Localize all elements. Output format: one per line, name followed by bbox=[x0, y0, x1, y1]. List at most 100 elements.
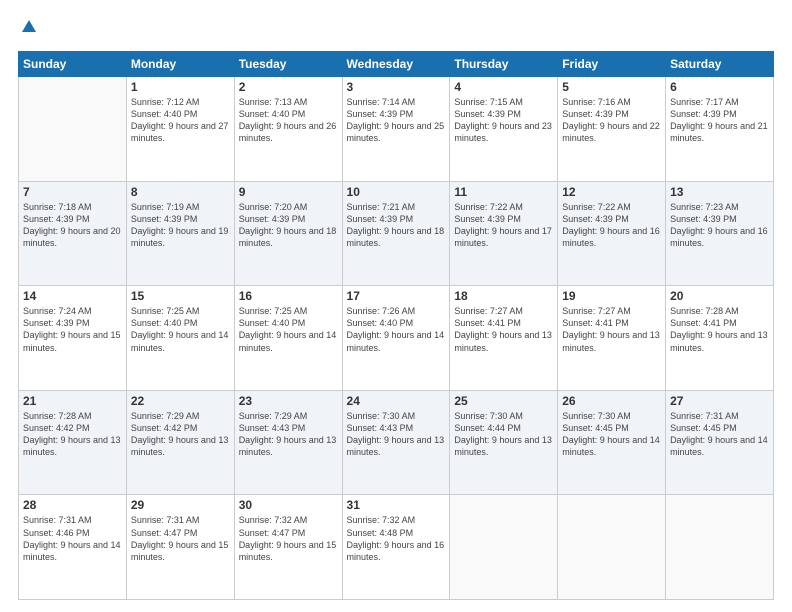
calendar-cell: 16 Sunrise: 7:25 AMSunset: 4:40 PMDayligh… bbox=[234, 286, 342, 391]
calendar-cell: 3Sunrise: 7:14 AMSunset: 4:39 PMDaylight… bbox=[342, 77, 450, 182]
weekday-header-thursday: Thursday bbox=[450, 52, 558, 77]
calendar-week-row: 1 Sunrise: 7:12 AMSunset: 4:40 PMDaylight… bbox=[19, 77, 774, 182]
day-number: 25 bbox=[454, 394, 553, 408]
day-number: 16 bbox=[239, 289, 338, 303]
calendar-cell: 9 Sunrise: 7:20 AMSunset: 4:39 PMDaylight… bbox=[234, 181, 342, 286]
calendar-cell: 12 Sunrise: 7:22 AMSunset: 4:39 PMDayligh… bbox=[558, 181, 666, 286]
day-number: 2 bbox=[239, 80, 338, 94]
calendar-cell: 31 Sunrise: 7:32 AMSunset: 4:48 PMDayligh… bbox=[342, 495, 450, 600]
calendar-week-row: 14Sunrise: 7:24 AMSunset: 4:39 PMDayligh… bbox=[19, 286, 774, 391]
day-number: 1 bbox=[131, 80, 230, 94]
day-number: 13 bbox=[670, 185, 769, 199]
calendar-cell: 11 Sunrise: 7:22 AMSunset: 4:39 PMDayligh… bbox=[450, 181, 558, 286]
calendar-cell: 10 Sunrise: 7:21 AMSunset: 4:39 PMDayligh… bbox=[342, 181, 450, 286]
day-info: Sunrise: 7:30 AMSunset: 4:43 PMDaylight:… bbox=[347, 410, 446, 459]
day-number: 27 bbox=[670, 394, 769, 408]
calendar-cell: 26 Sunrise: 7:30 AMSunset: 4:45 PMDayligh… bbox=[558, 390, 666, 495]
day-info: Sunrise: 7:28 AMSunset: 4:41 PMDaylight:… bbox=[670, 305, 769, 354]
calendar-cell: 5 Sunrise: 7:16 AMSunset: 4:39 PMDaylight… bbox=[558, 77, 666, 182]
calendar-page: SundayMondayTuesdayWednesdayThursdayFrid… bbox=[0, 0, 792, 612]
day-number: 3 bbox=[347, 80, 446, 94]
calendar-table: SundayMondayTuesdayWednesdayThursdayFrid… bbox=[18, 51, 774, 600]
calendar-cell: 8 Sunrise: 7:19 AMSunset: 4:39 PMDaylight… bbox=[126, 181, 234, 286]
calendar-cell: 19Sunrise: 7:27 AMSunset: 4:41 PMDayligh… bbox=[558, 286, 666, 391]
calendar-cell: 7 Sunrise: 7:18 AMSunset: 4:39 PMDaylight… bbox=[19, 181, 127, 286]
calendar-cell: 30Sunrise: 7:32 AMSunset: 4:47 PMDayligh… bbox=[234, 495, 342, 600]
day-info: Sunrise: 7:32 AMSunset: 4:48 PMDaylight:… bbox=[347, 514, 446, 563]
day-number: 10 bbox=[347, 185, 446, 199]
day-info: Sunrise: 7:24 AMSunset: 4:39 PMDaylight:… bbox=[23, 305, 122, 354]
weekday-header-sunday: Sunday bbox=[19, 52, 127, 77]
day-number: 22 bbox=[131, 394, 230, 408]
day-info: Sunrise: 7:31 AMSunset: 4:46 PMDaylight:… bbox=[23, 514, 122, 563]
day-info: Sunrise: 7:23 AMSunset: 4:39 PMDaylight:… bbox=[670, 201, 769, 250]
day-info: Sunrise: 7:30 AMSunset: 4:44 PMDaylight:… bbox=[454, 410, 553, 459]
day-number: 21 bbox=[23, 394, 122, 408]
calendar-cell: 27Sunrise: 7:31 AMSunset: 4:45 PMDayligh… bbox=[666, 390, 774, 495]
day-number: 23 bbox=[239, 394, 338, 408]
calendar-cell: 20 Sunrise: 7:28 AMSunset: 4:41 PMDayligh… bbox=[666, 286, 774, 391]
day-info: Sunrise: 7:31 AMSunset: 4:47 PMDaylight:… bbox=[131, 514, 230, 563]
day-number: 18 bbox=[454, 289, 553, 303]
calendar-cell: 13 Sunrise: 7:23 AMSunset: 4:39 PMDayligh… bbox=[666, 181, 774, 286]
day-number: 6 bbox=[670, 80, 769, 94]
calendar-cell: 24 Sunrise: 7:30 AMSunset: 4:43 PMDayligh… bbox=[342, 390, 450, 495]
day-info: Sunrise: 7:22 AMSunset: 4:39 PMDaylight:… bbox=[562, 201, 661, 250]
day-number: 24 bbox=[347, 394, 446, 408]
calendar-cell: 1 Sunrise: 7:12 AMSunset: 4:40 PMDaylight… bbox=[126, 77, 234, 182]
day-info: Sunrise: 7:18 AMSunset: 4:39 PMDaylight:… bbox=[23, 201, 122, 250]
calendar-cell bbox=[666, 495, 774, 600]
calendar-cell: 23 Sunrise: 7:29 AMSunset: 4:43 PMDayligh… bbox=[234, 390, 342, 495]
day-info: Sunrise: 7:21 AMSunset: 4:39 PMDaylight:… bbox=[347, 201, 446, 250]
day-number: 7 bbox=[23, 185, 122, 199]
calendar-cell: 15 Sunrise: 7:25 AMSunset: 4:40 PMDayligh… bbox=[126, 286, 234, 391]
logo-icon bbox=[20, 18, 38, 41]
calendar-cell: 28 Sunrise: 7:31 AMSunset: 4:46 PMDayligh… bbox=[19, 495, 127, 600]
calendar-cell: 2Sunrise: 7:13 AMSunset: 4:40 PMDaylight… bbox=[234, 77, 342, 182]
calendar-cell: 29 Sunrise: 7:31 AMSunset: 4:47 PMDayligh… bbox=[126, 495, 234, 600]
day-info: Sunrise: 7:32 AMSunset: 4:47 PMDaylight:… bbox=[239, 514, 338, 563]
calendar-cell: 4Sunrise: 7:15 AMSunset: 4:39 PMDaylight… bbox=[450, 77, 558, 182]
weekday-header-row: SundayMondayTuesdayWednesdayThursdayFrid… bbox=[19, 52, 774, 77]
day-info: Sunrise: 7:20 AMSunset: 4:39 PMDaylight:… bbox=[239, 201, 338, 250]
day-info: Sunrise: 7:22 AMSunset: 4:39 PMDaylight:… bbox=[454, 201, 553, 250]
calendar-cell bbox=[558, 495, 666, 600]
calendar-cell: 14Sunrise: 7:24 AMSunset: 4:39 PMDayligh… bbox=[19, 286, 127, 391]
calendar-week-row: 21Sunrise: 7:28 AMSunset: 4:42 PMDayligh… bbox=[19, 390, 774, 495]
day-number: 29 bbox=[131, 498, 230, 512]
day-number: 15 bbox=[131, 289, 230, 303]
day-info: Sunrise: 7:16 AMSunset: 4:39 PMDaylight:… bbox=[562, 96, 661, 145]
calendar-cell: 17 Sunrise: 7:26 AMSunset: 4:40 PMDayligh… bbox=[342, 286, 450, 391]
weekday-header-saturday: Saturday bbox=[666, 52, 774, 77]
day-number: 17 bbox=[347, 289, 446, 303]
day-info: Sunrise: 7:25 AMSunset: 4:40 PMDaylight:… bbox=[131, 305, 230, 354]
day-info: Sunrise: 7:27 AMSunset: 4:41 PMDaylight:… bbox=[454, 305, 553, 354]
logo bbox=[18, 18, 38, 41]
day-number: 20 bbox=[670, 289, 769, 303]
day-info: Sunrise: 7:29 AMSunset: 4:42 PMDaylight:… bbox=[131, 410, 230, 459]
day-number: 5 bbox=[562, 80, 661, 94]
day-info: Sunrise: 7:29 AMSunset: 4:43 PMDaylight:… bbox=[239, 410, 338, 459]
day-number: 11 bbox=[454, 185, 553, 199]
day-number: 8 bbox=[131, 185, 230, 199]
day-number: 26 bbox=[562, 394, 661, 408]
day-number: 28 bbox=[23, 498, 122, 512]
weekday-header-tuesday: Tuesday bbox=[234, 52, 342, 77]
calendar-cell: 25 Sunrise: 7:30 AMSunset: 4:44 PMDayligh… bbox=[450, 390, 558, 495]
weekday-header-friday: Friday bbox=[558, 52, 666, 77]
day-number: 31 bbox=[347, 498, 446, 512]
calendar-cell bbox=[19, 77, 127, 182]
day-info: Sunrise: 7:26 AMSunset: 4:40 PMDaylight:… bbox=[347, 305, 446, 354]
calendar-cell: 21Sunrise: 7:28 AMSunset: 4:42 PMDayligh… bbox=[19, 390, 127, 495]
day-info: Sunrise: 7:30 AMSunset: 4:45 PMDaylight:… bbox=[562, 410, 661, 459]
day-info: Sunrise: 7:12 AMSunset: 4:40 PMDaylight:… bbox=[131, 96, 230, 145]
day-number: 12 bbox=[562, 185, 661, 199]
calendar-cell: 18 Sunrise: 7:27 AMSunset: 4:41 PMDayligh… bbox=[450, 286, 558, 391]
calendar-cell: 6Sunrise: 7:17 AMSunset: 4:39 PMDaylight… bbox=[666, 77, 774, 182]
day-info: Sunrise: 7:25 AMSunset: 4:40 PMDaylight:… bbox=[239, 305, 338, 354]
day-number: 9 bbox=[239, 185, 338, 199]
calendar-cell: 22 Sunrise: 7:29 AMSunset: 4:42 PMDayligh… bbox=[126, 390, 234, 495]
day-info: Sunrise: 7:19 AMSunset: 4:39 PMDaylight:… bbox=[131, 201, 230, 250]
day-number: 19 bbox=[562, 289, 661, 303]
day-info: Sunrise: 7:15 AMSunset: 4:39 PMDaylight:… bbox=[454, 96, 553, 145]
